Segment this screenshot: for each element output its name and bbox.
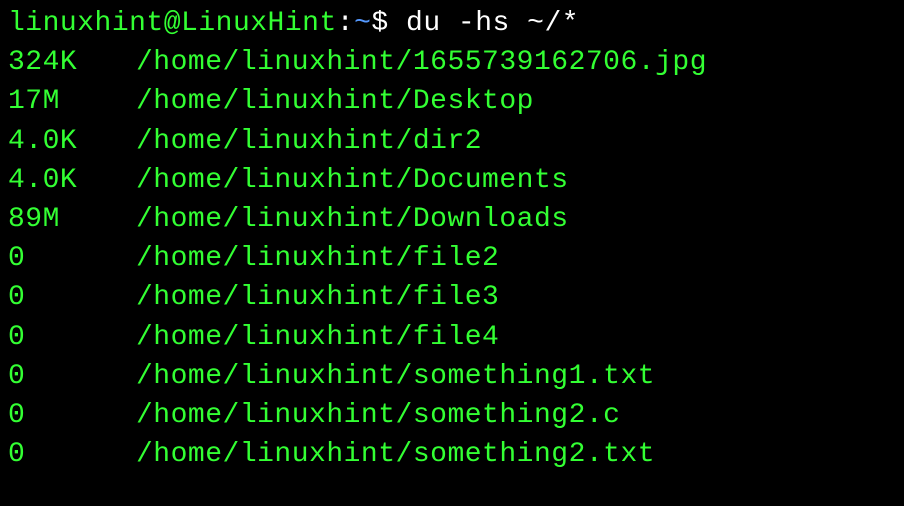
prompt-line: linuxhint@LinuxHint:~$ du -hs ~/* <box>8 4 896 43</box>
prompt-dollar: $ <box>371 8 406 39</box>
size-value: 0 <box>8 278 136 317</box>
prompt-host: LinuxHint <box>181 8 337 39</box>
prompt-at: @ <box>164 8 181 39</box>
output-row: 0/home/linuxhint/something1.txt <box>8 357 896 396</box>
size-value: 89M <box>8 200 136 239</box>
path-value: /home/linuxhint/something2.txt <box>136 439 655 470</box>
size-value: 0 <box>8 357 136 396</box>
path-value: /home/linuxhint/Downloads <box>136 204 569 235</box>
output-row: 89M/home/linuxhint/Downloads <box>8 200 896 239</box>
command-text: du -hs ~/* <box>406 8 579 39</box>
size-value: 0 <box>8 396 136 435</box>
size-value: 17M <box>8 82 136 121</box>
output-row: 17M/home/linuxhint/Desktop <box>8 82 896 121</box>
prompt-path: ~ <box>354 8 371 39</box>
size-value: 4.0K <box>8 122 136 161</box>
path-value: /home/linuxhint/Documents <box>136 165 569 196</box>
output-row: 324K/home/linuxhint/1655739162706.jpg <box>8 43 896 82</box>
output-row: 0/home/linuxhint/file2 <box>8 239 896 278</box>
size-value: 4.0K <box>8 161 136 200</box>
output-row: 0/home/linuxhint/file4 <box>8 318 896 357</box>
path-value: /home/linuxhint/file4 <box>136 322 499 353</box>
output-row: 4.0K/home/linuxhint/dir2 <box>8 122 896 161</box>
output-row: 0/home/linuxhint/something2.txt <box>8 435 896 474</box>
prompt-user: linuxhint <box>8 8 164 39</box>
prompt-colon: : <box>337 8 354 39</box>
path-value: /home/linuxhint/file2 <box>136 243 499 274</box>
size-value: 324K <box>8 43 136 82</box>
output-row: 4.0K/home/linuxhint/Documents <box>8 161 896 200</box>
path-value: /home/linuxhint/file3 <box>136 282 499 313</box>
output-row: 0/home/linuxhint/file3 <box>8 278 896 317</box>
path-value: /home/linuxhint/dir2 <box>136 126 482 157</box>
size-value: 0 <box>8 239 136 278</box>
size-value: 0 <box>8 318 136 357</box>
size-value: 0 <box>8 435 136 474</box>
path-value: /home/linuxhint/something2.c <box>136 400 620 431</box>
terminal-window[interactable]: linuxhint@LinuxHint:~$ du -hs ~/* 324K/h… <box>8 4 896 474</box>
path-value: /home/linuxhint/something1.txt <box>136 361 655 392</box>
output-row: 0/home/linuxhint/something2.c <box>8 396 896 435</box>
path-value: /home/linuxhint/1655739162706.jpg <box>136 47 707 78</box>
path-value: /home/linuxhint/Desktop <box>136 86 534 117</box>
